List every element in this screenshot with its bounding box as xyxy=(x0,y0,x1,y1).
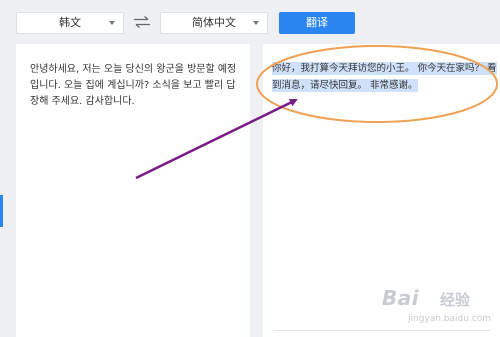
panel-divider xyxy=(273,330,490,331)
target-language-label: 简体中文 xyxy=(192,16,236,29)
chevron-down-icon xyxy=(253,21,259,25)
chevron-down-icon xyxy=(109,21,115,25)
language-toolbar: 韩文 简体中文 翻译 xyxy=(0,0,500,44)
left-edge-indicator xyxy=(0,195,3,227)
target-language-select[interactable]: 简体中文 xyxy=(160,12,268,34)
source-text-panel[interactable]: 안녕하세요, 저는 오늘 당신의 왕군을 방문할 예정입니다. 오늘 집에 계십… xyxy=(16,44,250,337)
translation-text[interactable]: 你好，我打算今天拜访您的小王。 你今天在家吗？ 看到消息，请尽快回复。 非常感谢… xyxy=(272,60,498,94)
swap-languages-icon[interactable] xyxy=(133,15,151,29)
source-text[interactable]: 안녕하세요, 저는 오늘 당신의 왕군을 방문할 예정입니다. 오늘 집에 계십… xyxy=(30,62,242,110)
watermark-text: 经验 xyxy=(440,291,471,309)
watermark: Bai 经验 jingyan.baidu.com xyxy=(382,286,492,330)
source-language-select[interactable]: 韩文 xyxy=(16,12,124,34)
watermark-brand: Bai xyxy=(382,286,420,310)
translate-button[interactable]: 翻译 xyxy=(279,12,355,34)
watermark-url: jingyan.baidu.com xyxy=(408,314,492,324)
source-language-label: 韩文 xyxy=(59,16,81,29)
translation-highlight: 你好，我打算今天拜访您的小王。 你今天在家吗？ 看到消息，请尽快回复。 非常感谢… xyxy=(272,62,497,92)
